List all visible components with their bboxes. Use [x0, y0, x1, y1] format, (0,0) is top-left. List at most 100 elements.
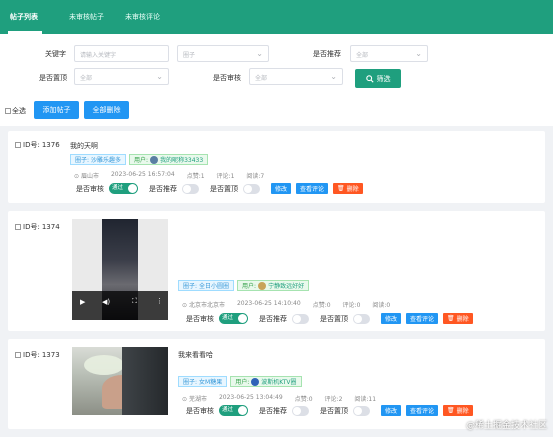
post-checkbox[interactable]: [15, 224, 21, 230]
circle-tag[interactable]: 圈子: 女M糖果: [178, 376, 228, 387]
filter-button-label: 筛选: [376, 74, 391, 83]
post-meta: ⊙ 北京市北京市 2023-06-25 14:10:40 点赞:0 评论:0 阅…: [182, 300, 390, 309]
chevron-down-icon: ⌄: [256, 49, 263, 58]
delete-label: 删除: [456, 408, 469, 415]
location: ⊙ 眉山市: [74, 171, 99, 180]
video-controls: ▶ ◀) ⛶ ⋮: [72, 291, 168, 320]
comment-count: 评论:1: [216, 173, 235, 180]
user-tag[interactable]: 用户: 宁静致远好好: [237, 280, 310, 291]
circle-select[interactable]: 圈子 ⌄: [177, 45, 269, 62]
circle-tag[interactable]: 圈子: 沙雕乐趣多: [70, 154, 127, 165]
like-count: 点赞:0: [294, 396, 313, 403]
audit-toggle[interactable]: 通过: [219, 405, 248, 416]
trash-icon: 🗑: [447, 407, 455, 414]
top-toggle[interactable]: [353, 313, 370, 324]
top-select[interactable]: 全部 ⌄: [74, 68, 169, 85]
chevron-down-icon: ⌄: [415, 49, 422, 58]
keyword-input[interactable]: 请输入关键字: [74, 45, 169, 62]
top-toggle[interactable]: [243, 183, 260, 194]
post-time: 2023-06-25 14:10:40: [236, 300, 301, 307]
post-video[interactable]: ▶ ◀) ⛶ ⋮: [72, 219, 168, 320]
user-tag[interactable]: 用户: 我的昵称33433: [129, 154, 209, 165]
circle-name: 全日小圆圈: [199, 283, 230, 290]
post-image[interactable]: [72, 347, 168, 415]
delete-label: 删除: [456, 316, 469, 323]
avatar: [258, 281, 267, 290]
volume-icon[interactable]: ◀): [102, 298, 110, 306]
location-pin-icon: ⊙: [182, 396, 188, 403]
tab-post-list[interactable]: 帖子列表: [10, 12, 38, 22]
user-prefix: 用户:: [242, 283, 257, 290]
watermark: @稀土掘金技术社区: [465, 421, 547, 431]
recommend-label: 是否推荐: [313, 50, 341, 58]
post-id: ID号: 1374: [15, 222, 60, 232]
post-checkbox[interactable]: [15, 352, 21, 358]
select-all-label: 全选: [12, 107, 26, 115]
edit-button[interactable]: 修改: [271, 183, 292, 194]
post-controls: 是否审核 通过 是否推荐 是否置顶 修改 查看评论 🗑 删除: [76, 183, 363, 194]
recommend-toggle[interactable]: [292, 313, 309, 324]
top-toggle[interactable]: [353, 405, 370, 416]
post-meta: ⊙ 眉山市 2023-06-25 16:57:04 点赞:1 评论:1 阅读:7: [74, 171, 264, 180]
post-tags: 圈子: 全日小圆圈 用户: 宁静致远好好: [178, 280, 310, 291]
comment-count: 评论:0: [342, 302, 361, 309]
location-pin-icon: ⊙: [74, 173, 80, 180]
like-count: 点赞:1: [186, 173, 205, 180]
recommend-text: 是否推荐: [149, 184, 177, 193]
edit-button[interactable]: 修改: [381, 313, 402, 324]
recommend-select[interactable]: 全部 ⌄: [350, 45, 428, 62]
read-count: 阅读:7: [246, 173, 265, 180]
top-select-placeholder: 全部: [80, 75, 93, 82]
select-all-checkbox[interactable]: [5, 108, 11, 114]
post-meta: ⊙ 芜湖市 2023-06-25 13:04:49 点赞:0 评论:2 阅读:1…: [182, 394, 376, 403]
delete-all-button[interactable]: 全部删除: [84, 101, 129, 119]
like-count: 点赞:0: [312, 302, 331, 309]
view-comments-button[interactable]: 查看评论: [406, 405, 439, 416]
circle-tag[interactable]: 圈子: 全日小圆圈: [178, 280, 235, 291]
delete-button[interactable]: 🗑 删除: [443, 313, 473, 324]
audit-select[interactable]: 全部 ⌄: [249, 68, 343, 85]
fullscreen-icon[interactable]: ⛶: [132, 297, 137, 306]
chevron-down-icon: ⌄: [330, 72, 337, 81]
id-value: 1376: [41, 141, 60, 149]
recommend-select-placeholder: 全部: [356, 52, 369, 59]
trash-icon: 🗑: [337, 185, 345, 192]
top-text: 是否置顶: [320, 314, 348, 323]
delete-button[interactable]: 🗑 删除: [333, 183, 363, 194]
user-tag[interactable]: 用户: 波斯机KTV圈: [230, 376, 302, 387]
location: ⊙ 北京市北京市: [182, 300, 225, 309]
tab-unreviewed-comments[interactable]: 未审核评论: [125, 12, 160, 22]
add-post-button[interactable]: 添加帖子: [34, 101, 79, 119]
circle-select-placeholder: 圈子: [183, 52, 196, 59]
filter-button[interactable]: 筛选: [355, 69, 401, 88]
id-prefix: ID号:: [23, 141, 40, 149]
audit-toggle[interactable]: 通过: [219, 313, 248, 324]
search-icon: [365, 74, 374, 83]
top-text: 是否置顶: [210, 184, 238, 193]
post-title: 我来看看哈: [178, 351, 213, 359]
read-count: 阅读:11: [354, 396, 377, 403]
edit-button[interactable]: 修改: [381, 405, 402, 416]
recommend-toggle[interactable]: [182, 183, 199, 194]
location-text: 芜湖市: [188, 396, 207, 403]
recommend-text: 是否推荐: [259, 314, 287, 323]
recommend-toggle[interactable]: [292, 405, 309, 416]
delete-button[interactable]: 🗑 删除: [443, 405, 473, 416]
view-comments-button[interactable]: 查看评论: [406, 313, 439, 324]
circle-name: 女M糖果: [199, 379, 223, 386]
select-all[interactable]: 全选: [5, 106, 26, 116]
top-label: 是否置顶: [39, 74, 67, 82]
more-icon[interactable]: ⋮: [156, 297, 163, 305]
id-prefix: ID号:: [23, 223, 40, 231]
toolbar: [0, 96, 553, 126]
audit-label: 是否审核: [213, 74, 241, 82]
user-name: 我的昵称33433: [160, 157, 204, 164]
audit-text: 是否审核: [186, 314, 214, 323]
play-icon[interactable]: ▶: [80, 298, 85, 306]
audit-text: 是否审核: [186, 406, 214, 415]
post-controls: 是否审核 通过 是否推荐 是否置顶 修改 查看评论 🗑 删除: [186, 405, 473, 416]
view-comments-button[interactable]: 查看评论: [296, 183, 329, 194]
audit-toggle[interactable]: 通过: [109, 183, 138, 194]
tab-unreviewed-posts[interactable]: 未审核帖子: [69, 12, 104, 22]
post-checkbox[interactable]: [15, 142, 21, 148]
